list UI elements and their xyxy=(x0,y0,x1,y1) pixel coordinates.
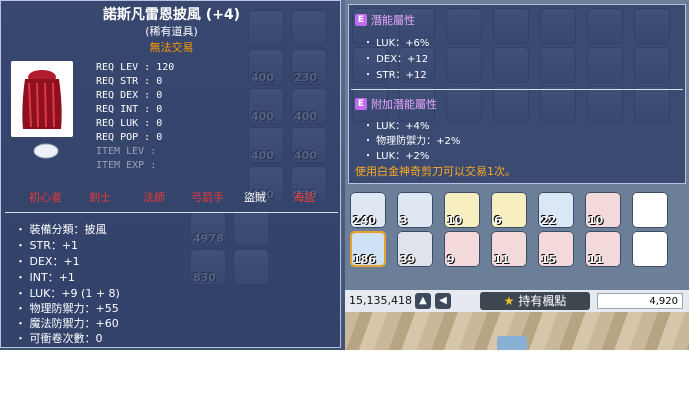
potential-tooltip: E 潛能屬性 ・ LUK：+6% ・ DEX：+12 ・ STR：+12 E 附… xyxy=(348,4,686,184)
req-row: REQ DEX : 0 xyxy=(96,90,163,101)
epic-badge-icon: E xyxy=(355,98,367,110)
potential-line: ・ LUK：+6% xyxy=(363,38,430,49)
stat-line: ・ DEX：+1 xyxy=(15,255,80,268)
inventory-slot[interactable]: 10 xyxy=(585,192,621,228)
inventory-slot[interactable]: 186 xyxy=(350,231,386,267)
potential-line: ・ LUK：+4% xyxy=(363,121,430,132)
divider xyxy=(5,212,338,213)
potential-line: ・ STR：+12 xyxy=(363,70,427,81)
stat-line: ・ INT：+1 xyxy=(15,271,75,284)
inventory-slot[interactable]: 11 xyxy=(585,231,621,267)
maple-points-button[interactable]: ★ 持有楓點 xyxy=(480,292,590,310)
stat-line: ・ LUK：+9 (1 + 8) xyxy=(15,287,120,300)
cape-icon xyxy=(22,70,62,129)
inventory-slot[interactable]: 15 xyxy=(538,231,574,267)
game-screen: 400 230 400 400 400 400 400 230 4978 830 xyxy=(0,0,689,350)
job-warrior: 劍士 xyxy=(89,191,111,204)
item-lev-row: ITEM LEV : xyxy=(96,146,157,157)
glove-icon xyxy=(33,143,59,159)
stat-line: ・ 物理防禦力：+55 xyxy=(15,302,119,315)
stat-line: ・ 可衝卷次數：0 xyxy=(15,332,103,345)
inventory-slot[interactable] xyxy=(632,231,668,267)
inventory-slot[interactable]: 22 xyxy=(538,192,574,228)
item-tooltip: 諾斯凡雷恩披風 (+4) (稀有道具) 無法交易 REQ LEV : 120 R… xyxy=(0,0,341,348)
item-rarity: (稀有道具) xyxy=(145,25,198,38)
item-exp-row: ITEM EXP : xyxy=(96,160,157,171)
stat-line: ・ STR：+1 xyxy=(15,239,79,252)
job-thief: 盜賊 xyxy=(244,191,266,204)
item-name: 諾斯凡雷恩披風 (+4) xyxy=(102,7,241,23)
potential-line: ・ LUK：+2% xyxy=(363,151,430,162)
req-row: REQ LUK : 0 xyxy=(96,118,163,129)
req-row: REQ STR : 0 xyxy=(96,76,163,87)
divider xyxy=(351,89,683,90)
epic-badge-icon: E xyxy=(355,14,367,26)
job-beginner: 初心者 xyxy=(29,191,62,204)
inventory-slot[interactable]: 9 xyxy=(444,231,480,267)
stat-line: ・ 魔法防禦力：+60 xyxy=(15,317,119,330)
inventory-slot[interactable] xyxy=(632,192,668,228)
trade-note: 使用白金神奇剪刀可以交易1次。 xyxy=(355,165,516,178)
portal-marker xyxy=(497,336,527,350)
req-row: REQ LEV : 120 xyxy=(96,62,175,73)
potential-line: ・ DEX：+12 xyxy=(363,54,429,65)
star-icon: ★ xyxy=(503,294,515,308)
inventory-slot[interactable]: 10 xyxy=(444,192,480,228)
job-magician: 法師 xyxy=(143,191,165,204)
job-archer: 弓箭手 xyxy=(191,191,224,204)
sort-up-button[interactable]: ▲ xyxy=(415,293,431,309)
right-lower-slot-grid: 240 3 10 6 22 10 186 39 9 11 15 11 xyxy=(350,192,676,267)
inventory-slot[interactable]: 6 xyxy=(491,192,527,228)
req-row: REQ INT : 0 xyxy=(96,104,163,115)
req-row: REQ POP : 0 xyxy=(96,132,163,143)
additional-potential-title: 附加潛能屬性 xyxy=(371,98,437,111)
back-button[interactable]: ◀ xyxy=(435,293,451,309)
inventory-slot[interactable]: 240 xyxy=(350,192,386,228)
inventory-slot[interactable]: 39 xyxy=(397,231,433,267)
maple-points-value: 4,920 xyxy=(597,293,683,309)
meso-bar: 15,135,418 ▲ ◀ ★ 持有楓點 4,920 xyxy=(345,290,689,312)
potential-title: 潛能屬性 xyxy=(371,14,415,27)
job-pirate: 海盜 xyxy=(293,191,315,204)
inventory-slot[interactable]: 11 xyxy=(491,231,527,267)
item-trade-status: 無法交易 xyxy=(149,41,194,54)
stat-line: ・ 裝備分類：披風 xyxy=(15,223,107,236)
meso-amount: 15,135,418 xyxy=(349,294,412,307)
inventory-slot[interactable]: 3 xyxy=(397,192,433,228)
potential-line: ・ 物理防禦力：+2% xyxy=(363,136,461,147)
